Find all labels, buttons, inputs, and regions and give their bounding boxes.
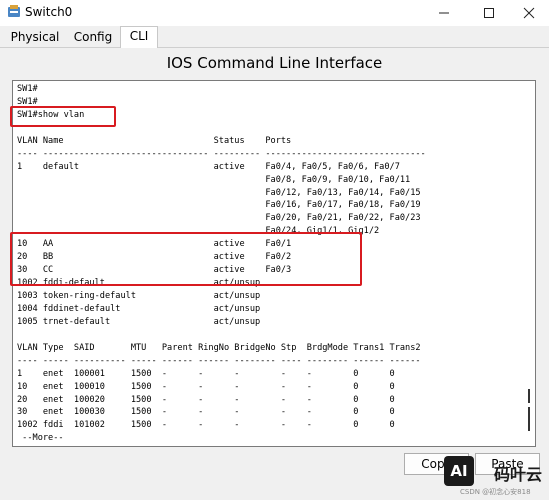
tab-physical[interactable]: Physical [4,28,66,47]
terminal-line: 1005 trnet-default act/unsup [17,316,261,327]
tab-config[interactable]: Config [68,28,118,47]
watermark-credit: CSDN @初念心安818 [460,488,531,496]
switch-app-icon [8,5,20,17]
cli-heading: IOS Command Line Interface [166,54,383,72]
terminal-scrollbar[interactable] [528,389,531,431]
scrollbar-thumb-upper [528,389,530,403]
switch-window: Switch0 Physical Config CLI IOS Command … [0,0,549,500]
terminal-line: 20 enet 100020 1500 - - - - - 0 0 [17,394,395,405]
minimize-icon [439,12,449,14]
terminal-line: Fa0/16, Fa0/17, Fa0/18, Fa0/19 [17,200,421,211]
terminal-line: ---- -------------------------------- --… [17,148,426,159]
terminal-line: SW1# [17,84,38,94]
scrollbar-thumb-lower [528,407,530,431]
window-title: Switch0 [25,5,73,19]
terminal-line: 1 default active Fa0/4, Fa0/5, Fa0/6, Fa… [17,161,400,172]
terminal-line: 1003 token-ring-default act/unsup [17,291,261,301]
watermark: AI 码叶云 CSDN @初念心安818 [444,451,544,496]
terminal-line: 1 enet 100001 1500 - - - - - 0 0 [17,368,395,379]
terminal-line: ---- ----- ---------- ----- ------ -----… [17,355,421,366]
terminal-line: Fa0/12, Fa0/13, Fa0/14, Fa0/15 [17,187,421,198]
tab-cli[interactable]: CLI [120,26,158,48]
highlight-show-vlan [10,106,116,127]
minimize-button[interactable] [424,0,464,26]
watermark-brand: 码叶云 [494,465,543,484]
terminal-line: 1002 fddi 101002 1500 - - - - - 0 0 [17,420,395,431]
watermark-logo: AI [444,456,474,486]
maximize-icon [484,8,494,18]
close-button[interactable] [509,0,549,26]
terminal-line: 10 enet 100010 1500 - - - - - 0 0 [17,381,395,392]
close-icon [523,7,535,19]
terminal-line: 30 enet 100030 1500 - - - - - 0 0 [17,407,395,418]
terminal-line: 1004 fddinet-default act/unsup [17,303,261,314]
terminal-line: VLAN Name Status Ports [17,135,292,146]
terminal-line: --More-- [17,433,64,444]
title-bar: Switch0 [0,0,549,26]
terminal-line: Fa0/8, Fa0/9, Fa0/10, Fa0/11 [17,174,411,185]
terminal-line: VLAN Type SAID MTU Parent RingNo BridgeN… [17,342,421,353]
highlight-vlan-assignments [10,232,362,286]
tab-bar: Physical Config CLI [0,26,549,48]
terminal-line: Fa0/20, Fa0/21, Fa0/22, Fa0/23 [17,213,421,224]
maximize-button[interactable] [469,0,509,26]
